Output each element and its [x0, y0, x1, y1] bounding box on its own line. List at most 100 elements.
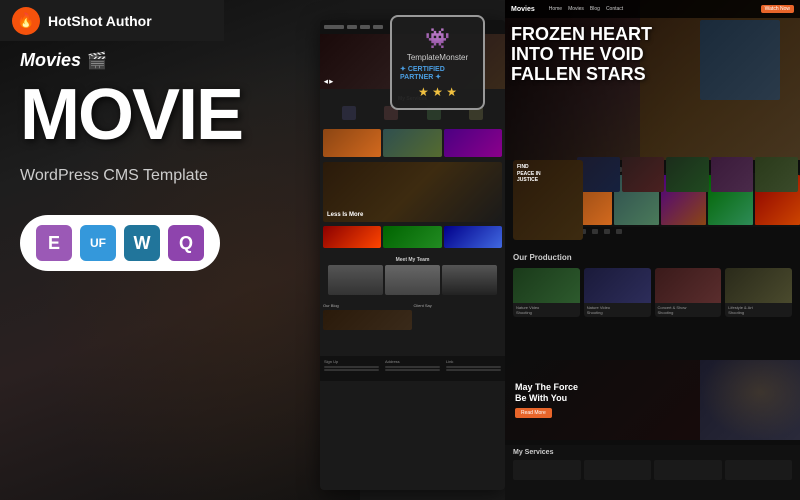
tm-name: TemplateMonster [407, 53, 468, 63]
filmstrip-holes-bottom [565, 227, 800, 235]
rp-prod-card-1: Nature VideoShooting [513, 268, 580, 317]
plugin-icons-bar: E UF W Q [20, 215, 220, 271]
mp-movie-grid [320, 126, 505, 160]
rp-service-2 [584, 460, 652, 480]
rp-thumb-4 [711, 157, 754, 192]
rp-prod-card-4: Lifestyle & ArtShooting [725, 268, 792, 317]
rp-hero-scene [700, 20, 780, 100]
fhb5 [616, 229, 622, 234]
tm-badge: 👾 TemplateMonster ✦ CERTIFIED PARTNER ✦ … [390, 15, 490, 115]
app-header: 🔥 HotShot Author [0, 0, 224, 41]
mp-footer-line-4 [385, 369, 440, 371]
rp-prod-label-2: Nature VideoShooting [584, 303, 651, 317]
mp-movie-card-1 [323, 129, 381, 157]
rp-cta-button[interactable]: Watch Now [761, 5, 794, 13]
wordpress-icon[interactable]: W [124, 225, 160, 261]
mp-movie-card-2 [383, 129, 441, 157]
mp-team-section: Meet My Team [320, 250, 505, 301]
rp-ms-title: My Services [513, 449, 792, 456]
tm-monster-icon: 👾 [425, 26, 450, 51]
fhb3 [592, 229, 598, 234]
mp-team-row [325, 265, 500, 297]
uf-icon[interactable]: UF [80, 225, 116, 261]
mp-footer-line-5 [446, 366, 501, 368]
rp-hero-content: FROZEN HEARTINTO THE VOIDFALLEN STARS [511, 25, 652, 84]
rp-thumb-5 [755, 157, 798, 192]
mp-nav-link2 [360, 25, 370, 29]
rp-nav-contact: Contact [606, 6, 623, 12]
mp-blog-card-2 [323, 332, 412, 352]
movies-label: Movies 🎬 [20, 50, 340, 71]
mp-nav-link3 [373, 25, 383, 29]
mp-team-3 [442, 265, 497, 295]
rp-thumb-2 [622, 157, 665, 192]
rp-thumbnails-row [575, 155, 800, 194]
mp-client-card-2 [414, 332, 503, 352]
mp-client-card-1 [414, 310, 503, 330]
rp-prod-card-3: Concert & ShowShooting [655, 268, 722, 317]
mp-blog-label: Our Blog [323, 303, 412, 308]
rp-production-title: Our Production [513, 253, 792, 262]
rp-hero: FROZEN HEARTINTO THE VOIDFALLEN STARS [505, 0, 800, 160]
rp-nav-blog: Blog [590, 6, 600, 12]
rp-my-services: My Services [505, 445, 800, 500]
rp-starwars-section: May The ForceBe With You Read More [505, 360, 800, 440]
mp-nav-logo [324, 25, 344, 29]
app-logo: 🔥 [12, 7, 40, 35]
rp-nav-home: Home [549, 6, 562, 12]
rp-prod-img-1 [513, 268, 580, 303]
film-icon: 🎬 [87, 51, 107, 71]
tm-badge-inner: 👾 TemplateMonster ✦ CERTIFIED PARTNER ✦ … [390, 15, 485, 110]
mp-team-2 [385, 265, 440, 295]
tm-stars: ★ ★ ★ [418, 85, 457, 99]
q-icon[interactable]: Q [168, 225, 204, 261]
rp-sw-title: May The ForceBe With You [515, 382, 690, 404]
fhb4 [604, 229, 610, 234]
mp-hero-text: ◀ ▶ [324, 79, 333, 85]
mp-movie-card-3 [444, 129, 502, 157]
rp-nav: Movies Home Movies Blog Contact Watch No… [505, 0, 800, 18]
rp-thumb-3 [666, 157, 709, 192]
rp-service-3 [654, 460, 722, 480]
rp-prod-grid: Nature VideoShooting Nature VideoShootin… [513, 268, 792, 317]
mp-footer-title-2: Address [385, 359, 440, 364]
rp-sw-image [700, 360, 800, 440]
mp-team-title: Meet My Team [325, 254, 500, 265]
mp-movie-sm-3 [444, 226, 502, 248]
mp-footer-col-3: Link [446, 359, 501, 378]
mp-blog-col: Our Blog [323, 303, 412, 352]
mp-blog-client-row: Our Blog Client Say [320, 301, 505, 354]
tm-certified: ✦ CERTIFIED PARTNER ✦ [400, 65, 475, 81]
rp-prod-label-3: Concert & ShowShooting [655, 303, 722, 317]
mp-footer-line-2 [324, 369, 379, 371]
elementor-icon[interactable]: E [36, 225, 72, 261]
mp-movie-row2 [320, 224, 505, 250]
rp-hero-title: FROZEN HEARTINTO THE VOIDFALLEN STARS [511, 25, 652, 84]
rp-nav-movies: Movies [568, 6, 584, 12]
rp-sw-content: May The ForceBe With You Read More [505, 372, 700, 428]
mp-team-1 [328, 265, 383, 295]
mp-service-icon-1 [342, 106, 356, 120]
rp-prod-label-1: Nature VideoShooting [513, 303, 580, 317]
rp-service-4 [725, 460, 793, 480]
mp-footer-title-3: Link [446, 359, 501, 364]
rp-prod-img-2 [584, 268, 651, 303]
mp-footer-col-2: Address [385, 359, 440, 378]
main-title: MOVIE [20, 79, 340, 151]
mp-movie-sm-1 [323, 226, 381, 248]
rp-sw-btn[interactable]: Read More [515, 408, 552, 418]
cms-subtitle: WordPress CMS Template [20, 167, 340, 185]
mp-footer: Sign Up Address Link [320, 356, 505, 381]
rp-services-row [513, 460, 792, 480]
mp-footer-line-3 [385, 366, 440, 368]
rp-find-text: FINDPEACE INJUSTICE [517, 164, 541, 184]
mp-footer-title-1: Sign Up [324, 359, 379, 364]
mp-footer-line-6 [446, 369, 501, 371]
app-title: HotShot Author [48, 13, 152, 29]
rp-site-name: Movies [511, 6, 535, 13]
rp-prod-img-4 [725, 268, 792, 303]
mp-less-more-section: Less Is More [323, 162, 502, 222]
mp-blog-card-1 [323, 310, 412, 330]
rp-prod-label-4: Lifestyle & ArtShooting [725, 303, 792, 317]
rp-service-1 [513, 460, 581, 480]
